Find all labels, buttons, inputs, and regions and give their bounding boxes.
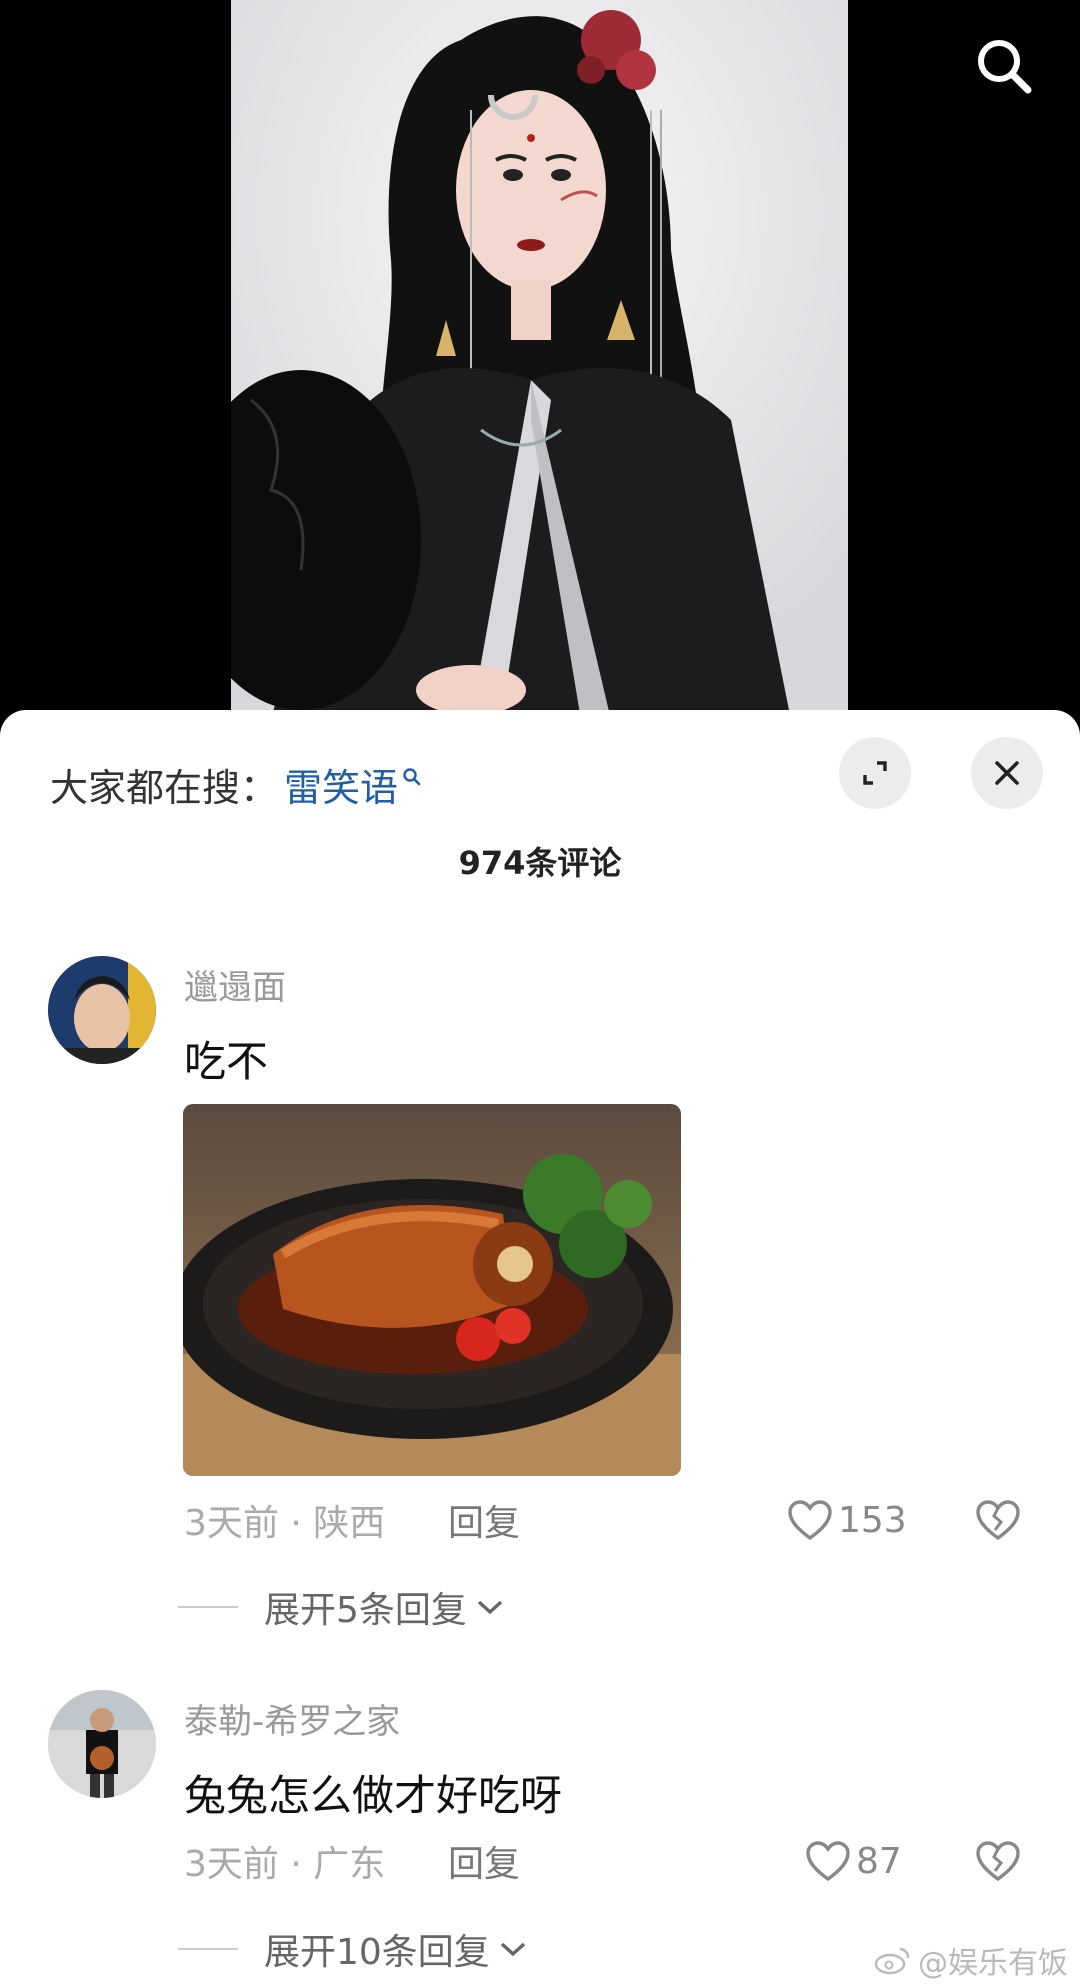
comment-text: 兔兔怎么做才好吃呀	[184, 1771, 563, 1820]
expand-replies-button[interactable]: 展开5条回复	[178, 1582, 505, 1632]
avatar[interactable]	[48, 1690, 156, 1798]
dislike-button[interactable]	[970, 1493, 1026, 1547]
comments-sheet: 大家都在搜： 雷笑语 974条评论 邋遢面 吃不 3天前 · 陕西 回复 153…	[0, 710, 1080, 1984]
expand-replies-label: 展开10条回复	[264, 1932, 490, 1973]
expand-replies-button[interactable]: 展开10条回复	[178, 1924, 528, 1974]
trending-term-link[interactable]: 雷笑语	[284, 757, 398, 812]
comment-meta-row: 3天前 · 陕西 回复	[184, 1493, 520, 1547]
expand-icon	[863, 761, 887, 785]
trending-label: 大家都在搜：	[50, 765, 279, 810]
broken-heart-icon	[976, 1500, 1020, 1541]
comment-count: 974条评论	[458, 844, 622, 882]
search-icon	[978, 40, 1032, 94]
comment-image[interactable]	[183, 1104, 681, 1476]
like-count: 153	[838, 1499, 907, 1541]
small-search-icon	[403, 768, 421, 786]
video-player[interactable]	[0, 0, 1080, 720]
comment-time-location: 3天前 · 广东	[184, 1844, 386, 1885]
comment-meta-row: 3天前 · 广东 回复	[184, 1834, 520, 1888]
reply-button[interactable]: 回复	[448, 1494, 520, 1546]
trending-search-bar[interactable]: 大家都在搜： 雷笑语	[50, 752, 422, 816]
close-button[interactable]	[971, 737, 1043, 809]
video-frame	[231, 0, 848, 720]
dislike-button[interactable]	[970, 1834, 1026, 1888]
chevron-down-icon	[477, 1600, 503, 1615]
heart-icon	[806, 1841, 850, 1882]
close-icon	[995, 761, 1019, 785]
like-count: 87	[856, 1840, 902, 1882]
chevron-down-icon	[500, 1942, 525, 1957]
avatar[interactable]	[48, 956, 156, 1064]
expand-button[interactable]	[839, 737, 911, 809]
watermark: @娱乐有饭	[874, 1938, 1068, 1982]
comment-username[interactable]: 邋遢面	[184, 960, 286, 1009]
comment-time-location: 3天前 · 陕西	[184, 1503, 386, 1544]
like-button[interactable]: 153	[786, 1493, 907, 1547]
broken-heart-icon	[976, 1841, 1020, 1882]
search-button[interactable]	[968, 30, 1040, 102]
watermark-text: @娱乐有饭	[918, 1946, 1068, 1981]
weibo-logo-icon	[874, 1947, 910, 1975]
divider	[178, 1606, 238, 1608]
comment-username[interactable]: 泰勒-希罗之家	[184, 1694, 400, 1743]
comment-text: 吃不	[184, 1037, 269, 1086]
expand-replies-label: 展开5条回复	[264, 1590, 467, 1631]
heart-icon	[788, 1500, 832, 1541]
divider	[178, 1948, 238, 1950]
reply-button[interactable]: 回复	[448, 1835, 520, 1887]
like-button[interactable]: 87	[804, 1834, 902, 1888]
costume-portrait-image	[231, 0, 848, 720]
